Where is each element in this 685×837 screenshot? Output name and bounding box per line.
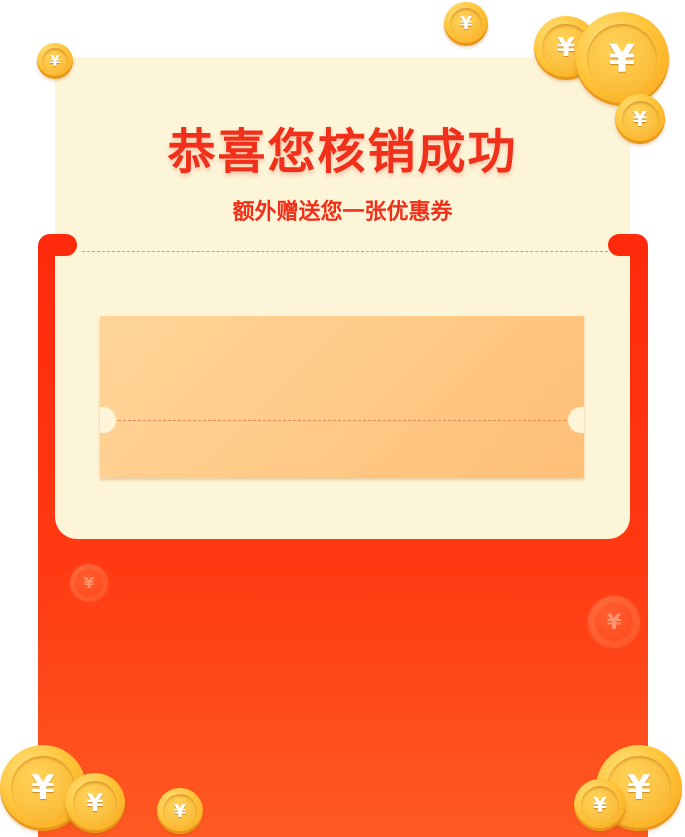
- envelope-notch-right: [608, 234, 630, 256]
- coin-icon: ¥: [65, 773, 125, 833]
- yen-icon: ¥: [594, 602, 634, 642]
- coin-icon: ¥: [157, 788, 203, 834]
- success-dialog: 恭喜您核销成功 额外赠送您一张优惠券 ¥ ¥ ¥ ¥ ¥ ¥ ¥ ¥ ¥ ¥ ¥…: [0, 0, 685, 837]
- yen-icon: ¥: [580, 785, 620, 825]
- tear-line: [82, 251, 608, 252]
- coin-icon: ¥: [588, 596, 640, 648]
- coin-icon: ¥: [444, 2, 488, 46]
- success-title: 恭喜您核销成功: [167, 124, 518, 180]
- yen-icon: ¥: [72, 780, 118, 826]
- yen-icon: ¥: [621, 100, 659, 138]
- yen-icon: ¥: [449, 7, 483, 41]
- coin-icon: ¥: [575, 12, 669, 106]
- coin-icon: ¥: [37, 43, 73, 79]
- coupon-ticket[interactable]: [100, 316, 584, 478]
- yen-icon: ¥: [587, 24, 657, 94]
- coin-icon: ¥: [574, 779, 626, 831]
- envelope-notch-left: [55, 234, 77, 256]
- bonus-subtitle: 额外赠送您一张优惠券: [232, 200, 453, 225]
- coupon-perforation: [118, 420, 566, 421]
- coin-icon: ¥: [615, 94, 665, 144]
- yen-icon: ¥: [162, 793, 198, 829]
- yen-icon: ¥: [41, 47, 69, 75]
- yen-icon: ¥: [74, 568, 104, 598]
- coin-icon: ¥: [70, 564, 108, 602]
